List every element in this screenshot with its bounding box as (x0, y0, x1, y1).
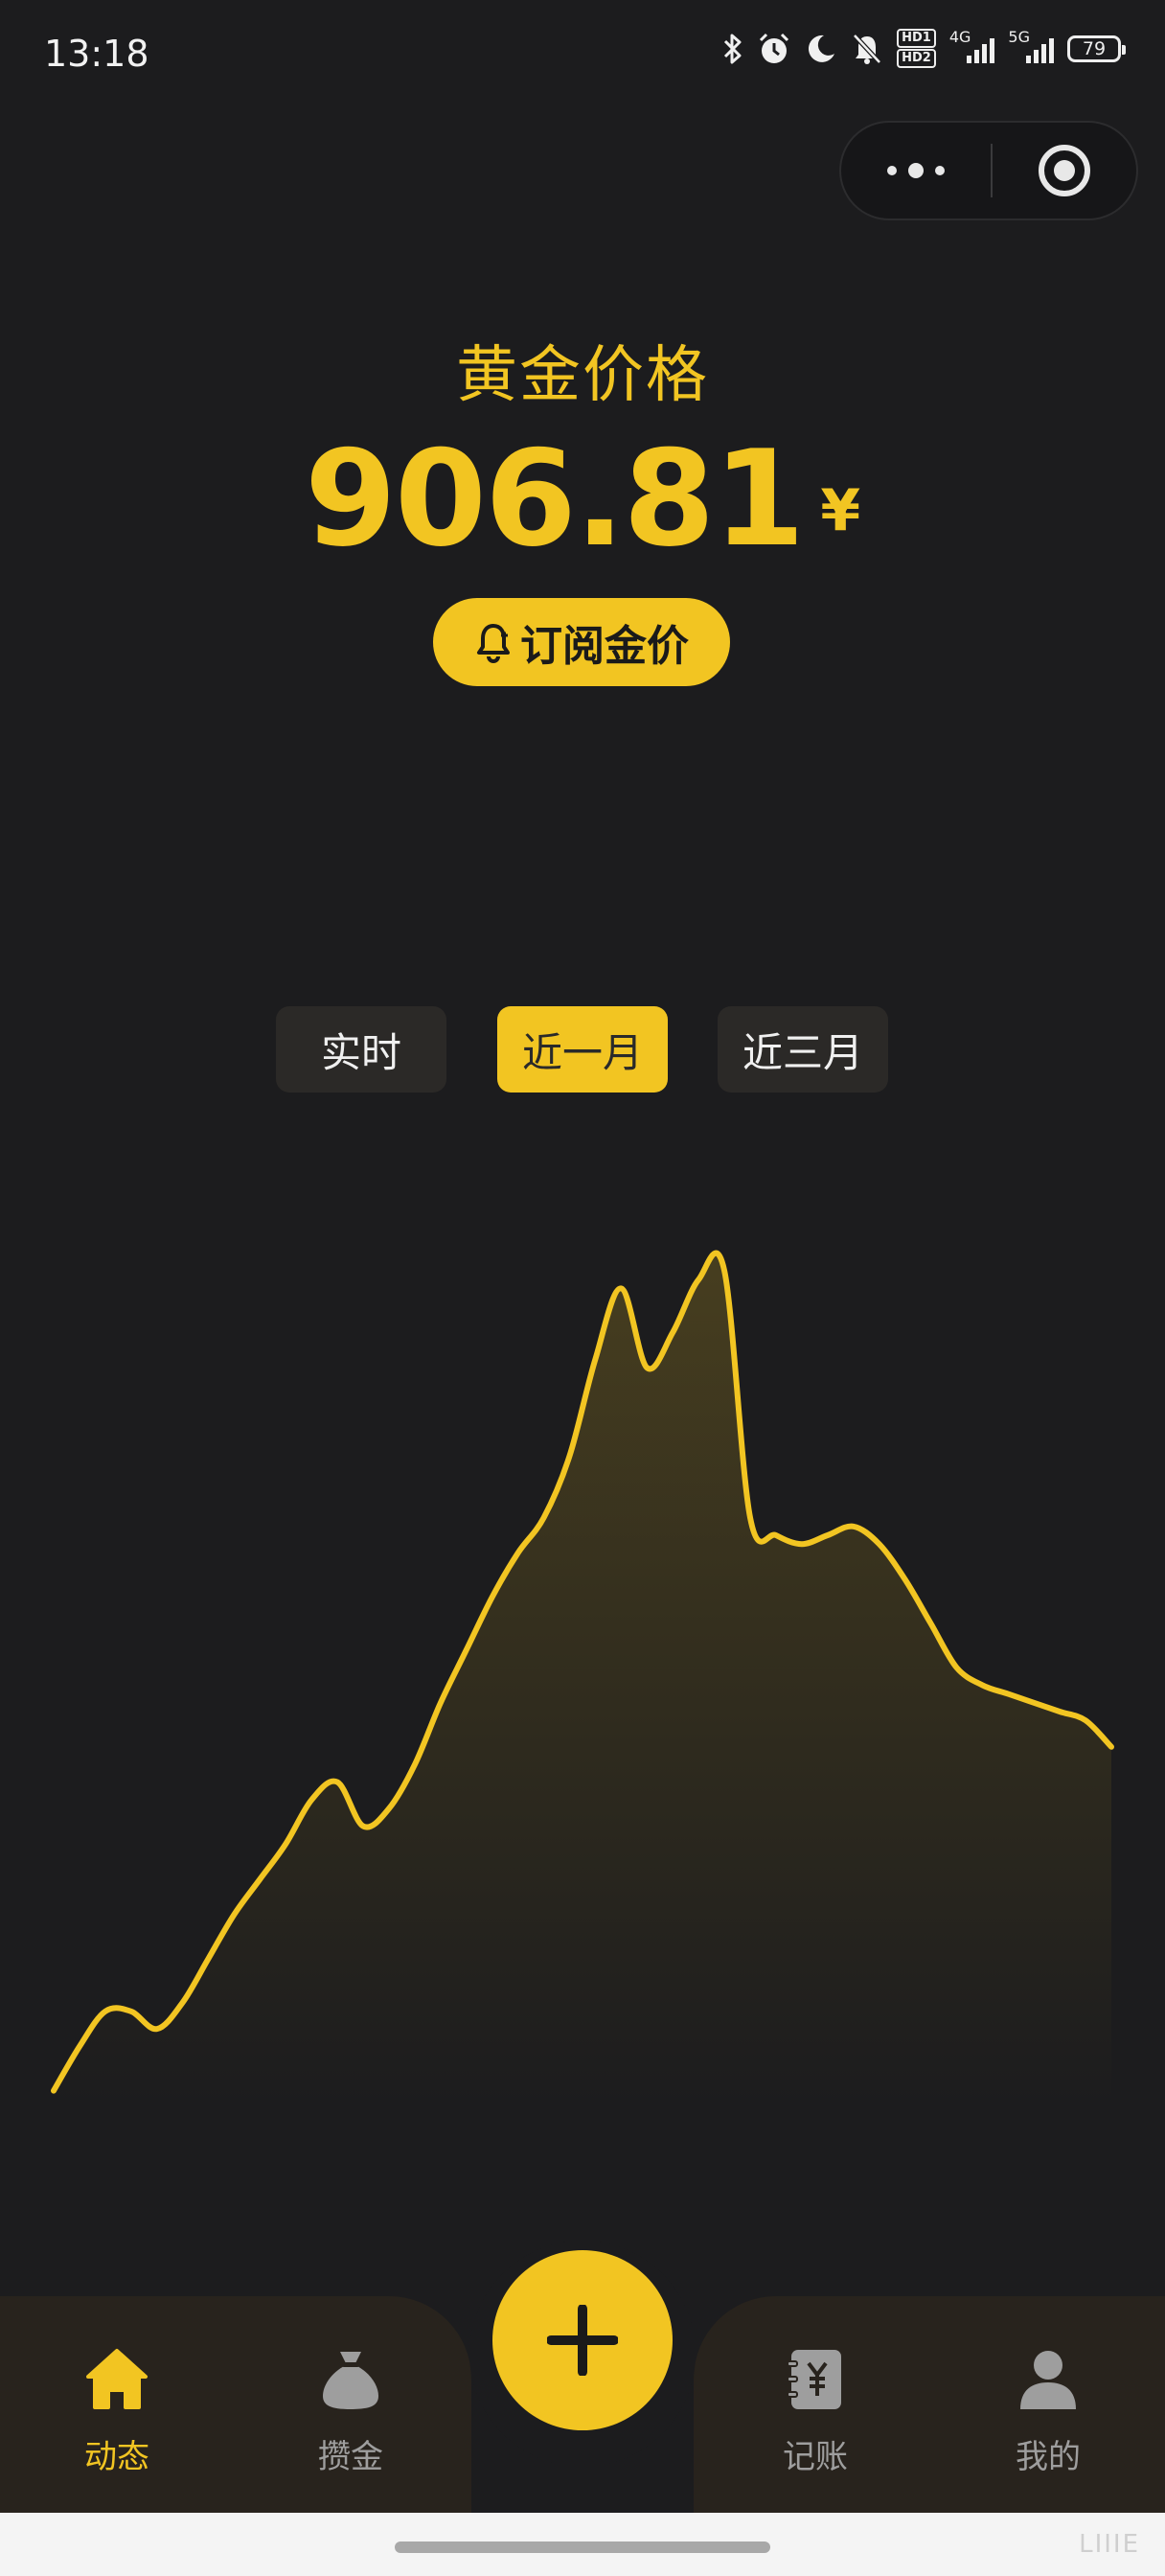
chart-point-29 (774, 1533, 778, 1537)
chart-point-16 (439, 1701, 443, 1705)
chart-point-36 (954, 1666, 958, 1669)
chart-point-7 (207, 1957, 211, 1961)
chart-point-6 (181, 2001, 185, 2005)
target-close-icon (1039, 145, 1090, 196)
chart-point-9 (258, 1877, 262, 1881)
tab-label: 近一月 (521, 1028, 643, 1076)
chart-point-12 (335, 1781, 339, 1784)
chart-point-13 (361, 1825, 365, 1828)
nav-item-save-gold[interactable]: 攒金 (284, 2346, 418, 2477)
chart-point-10 (284, 1842, 287, 1846)
nav-item-dynamic[interactable]: 动态 (50, 2346, 184, 2477)
chart-point-40 (1058, 1710, 1062, 1714)
status-time: 13:18 (44, 33, 149, 75)
chart-point-41 (1084, 1718, 1087, 1722)
subscribe-label: 订阅金价 (520, 622, 689, 671)
chart-point-15 (413, 1762, 417, 1766)
bell-icon (474, 621, 513, 663)
chart-point-8 (232, 1913, 236, 1917)
tab-one-month[interactable]: 近一月 (497, 1006, 668, 1092)
user-icon (1015, 2346, 1082, 2417)
alarm-icon (757, 32, 791, 66)
ledger-book-icon (782, 2346, 849, 2417)
add-record-button[interactable] (492, 2250, 673, 2430)
tab-label: 实时 (320, 1028, 401, 1076)
page-title: 黄金价格 (456, 340, 709, 411)
chart-point-28 (748, 1516, 752, 1520)
chart-point-34 (903, 1577, 907, 1581)
chart-point-18 (491, 1595, 494, 1598)
chart-point-23 (619, 1286, 623, 1290)
chart-point-37 (980, 1683, 984, 1687)
chart-point-19 (516, 1551, 520, 1554)
hd1-label: HD1 (897, 29, 936, 48)
chart-point-32 (852, 1525, 856, 1529)
currency-symbol: ¥ (820, 477, 861, 544)
chart-point-30 (800, 1542, 804, 1546)
chart-point-42 (1109, 1745, 1113, 1749)
chart-point-33 (878, 1542, 881, 1546)
chart-point-25 (671, 1330, 674, 1334)
chart-point-38 (1006, 1692, 1010, 1696)
system-home-bar: LIIIE (0, 2513, 1165, 2576)
hd2-label: HD2 (897, 49, 936, 68)
chart-point-39 (1032, 1701, 1036, 1705)
status-icons: HD1 HD2 4G 5G 79 (722, 29, 1126, 68)
chart-point-3 (103, 2010, 107, 2013)
chart-area-fill (54, 1253, 1111, 2108)
chart-point-5 (155, 2027, 159, 2031)
chart-point-27 (722, 1269, 726, 1273)
hd-icon: HD1 HD2 (897, 29, 936, 68)
miniprogram-capsule (839, 121, 1138, 220)
tab-label: 近三月 (742, 1028, 863, 1076)
bluetooth-icon (722, 33, 743, 65)
battery-icon: 79 (1067, 34, 1126, 62)
chart-point-22 (593, 1357, 597, 1361)
tab-three-months[interactable]: 近三月 (718, 1006, 888, 1092)
chart-point-2 (78, 2045, 81, 2049)
chart-point-14 (387, 1806, 391, 1810)
nav-item-ledger[interactable]: 记账 (748, 2346, 882, 2477)
battery-level: 79 (1082, 37, 1107, 59)
chart-point-31 (826, 1533, 830, 1537)
chart-point-24 (645, 1366, 649, 1369)
close-miniprogram-button[interactable] (993, 123, 1136, 218)
chart-point-4 (129, 2010, 133, 2013)
nav-label: 动态 (84, 2438, 149, 2476)
nav-label: 我的 (1016, 2438, 1081, 2476)
home-icon (83, 2346, 150, 2417)
subscribe-price-button[interactable]: 订阅金价 (433, 598, 730, 686)
chart-point-1 (52, 2089, 56, 2093)
moon-icon (805, 33, 837, 65)
watermark: LIIIE (1079, 2530, 1140, 2559)
more-button[interactable] (841, 123, 991, 218)
nav-label: 记账 (783, 2438, 848, 2476)
net-5g-label: 5G (1008, 27, 1030, 46)
more-dots-icon (887, 163, 945, 178)
home-indicator[interactable] (395, 2542, 770, 2553)
chart-point-35 (929, 1622, 933, 1625)
chart-point-26 (697, 1277, 700, 1281)
chart-point-20 (542, 1516, 546, 1520)
nav-item-mine[interactable]: 我的 (981, 2346, 1115, 2477)
signal-5g-icon: 5G (1008, 29, 1054, 63)
chart-point-21 (568, 1454, 572, 1458)
mute-bell-icon (851, 32, 883, 66)
signal-4g-icon: 4G (949, 29, 995, 63)
gold-price: 906.81 ¥ (0, 433, 1165, 565)
tab-realtime[interactable]: 实时 (276, 1006, 446, 1092)
plus-icon (547, 2305, 618, 2376)
price-chart (51, 1250, 1114, 2108)
price-value: 906.81 (304, 422, 806, 576)
nav-label: 攒金 (318, 2438, 383, 2476)
chart-point-11 (309, 1798, 313, 1802)
chart-point-17 (465, 1648, 468, 1652)
net-4g-label: 4G (948, 27, 971, 46)
money-bag-icon (317, 2346, 384, 2417)
